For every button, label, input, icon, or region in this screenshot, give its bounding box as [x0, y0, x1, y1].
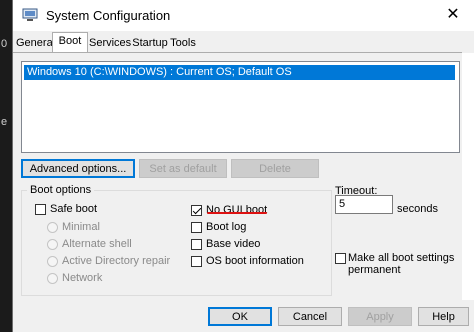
minimal-radio[interactable]	[47, 222, 58, 233]
boot-log-checkbox[interactable]	[191, 222, 202, 233]
os-list-item-selected[interactable]: Windows 10 (C:\WINDOWS) : Current OS; De…	[24, 65, 455, 80]
cancel-button[interactable]: Cancel	[278, 307, 342, 326]
os-boot-information-label[interactable]: OS boot information	[206, 255, 304, 267]
minimal-label: Minimal	[62, 221, 100, 233]
set-as-default-button[interactable]: Set as default	[139, 159, 227, 178]
safe-boot-checkbox[interactable]	[35, 204, 46, 215]
no-gui-boot-label[interactable]: No GUI boot	[206, 204, 267, 216]
make-permanent-checkbox[interactable]	[335, 253, 346, 264]
active-directory-repair-label: Active Directory repair	[62, 255, 171, 267]
system-configuration-window: System Configuration ✕ General Boot Serv…	[12, 0, 474, 332]
window-title: System Configuration	[46, 8, 171, 23]
make-permanent-label-line1[interactable]: Make all boot settings	[348, 252, 454, 264]
base-video-checkbox[interactable]	[191, 239, 202, 250]
timeout-input[interactable]: 5	[335, 195, 393, 214]
boot-tab-panel: Windows 10 (C:\WINDOWS) : Current OS; De…	[13, 52, 462, 301]
os-list[interactable]: Windows 10 (C:\WINDOWS) : Current OS; De…	[21, 61, 460, 153]
red-underline-annotation	[207, 212, 267, 214]
tab-services[interactable]: Services	[89, 35, 131, 53]
tab-general[interactable]: General	[16, 35, 55, 53]
desktop-background: 0 e	[0, 0, 12, 332]
tab-tools[interactable]: Tools	[169, 35, 197, 53]
boot-options-label: Boot options	[27, 184, 95, 196]
advanced-options-button[interactable]: Advanced options...	[21, 159, 135, 178]
os-boot-information-checkbox[interactable]	[191, 256, 202, 267]
make-permanent-label-line2[interactable]: permanent	[348, 264, 401, 276]
dialog-footer: OK Cancel Apply Help	[13, 300, 474, 332]
no-gui-boot-checkbox[interactable]	[191, 205, 202, 216]
network-radio[interactable]	[47, 273, 58, 284]
timeout-unit-label: seconds	[397, 203, 438, 215]
apply-button[interactable]: Apply	[348, 307, 412, 326]
ok-button[interactable]: OK	[208, 307, 272, 326]
network-label: Network	[62, 272, 103, 284]
delete-button[interactable]: Delete	[231, 159, 319, 178]
alternate-shell-label: Alternate shell	[62, 238, 132, 250]
safe-boot-label[interactable]: Safe boot	[50, 203, 97, 215]
help-button[interactable]: Help	[418, 307, 469, 326]
desktop-glyph: 0	[1, 38, 8, 50]
alternate-shell-radio[interactable]	[47, 239, 58, 250]
active-directory-repair-radio[interactable]	[47, 256, 58, 267]
desktop-glyph: e	[1, 116, 8, 128]
msconfig-app-icon	[22, 8, 38, 21]
base-video-label[interactable]: Base video	[206, 238, 260, 250]
close-icon[interactable]: ✕	[443, 5, 463, 25]
tab-startup[interactable]: Startup	[131, 35, 169, 53]
boot-log-label[interactable]: Boot log	[206, 221, 246, 233]
title-bar[interactable]: System Configuration ✕	[13, 0, 474, 31]
